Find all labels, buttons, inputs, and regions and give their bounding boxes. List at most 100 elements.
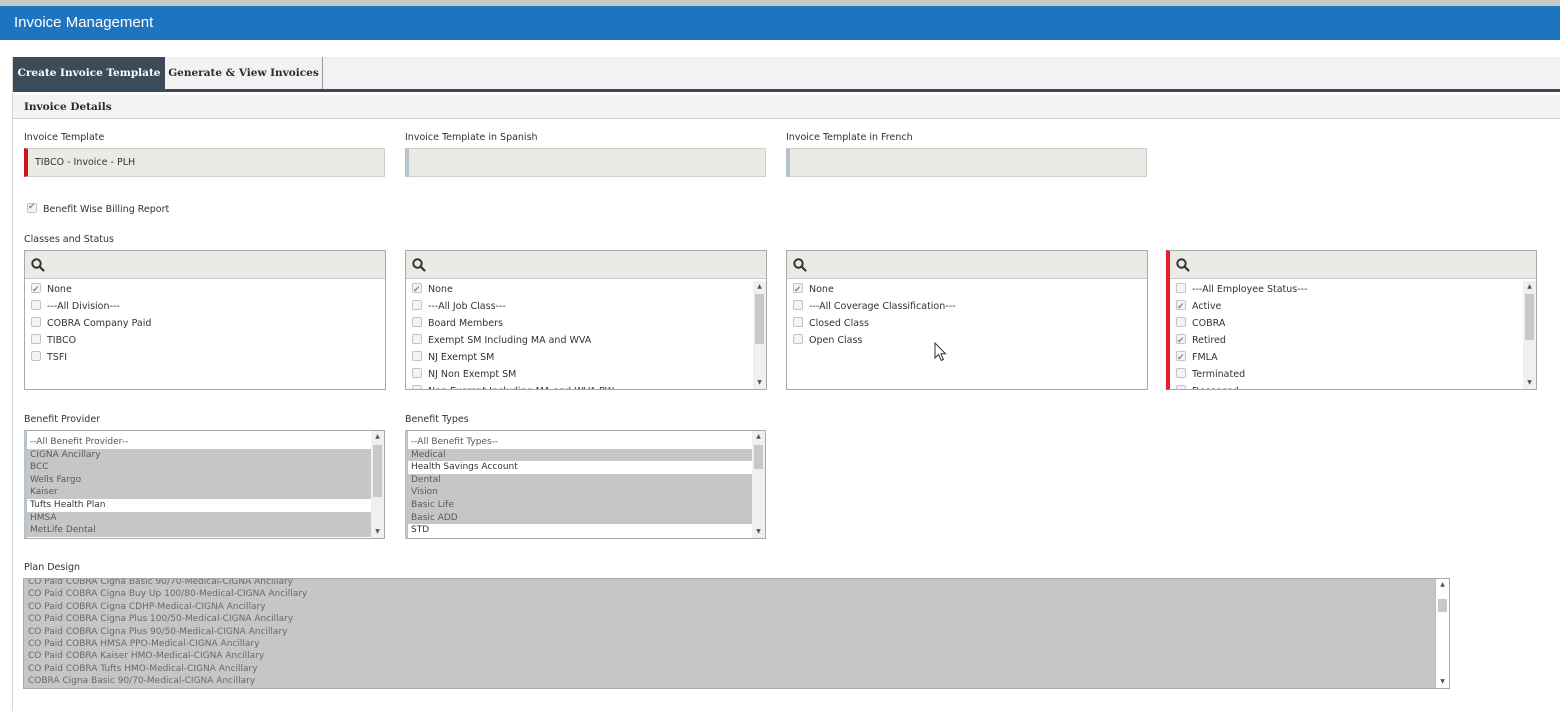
- invoice-template-input[interactable]: TIBCO - Invoice - PLH: [24, 148, 385, 177]
- plan-design-option[interactable]: CO Paid COBRA Cigna Buy Up 100/80-Medica…: [28, 588, 1435, 600]
- benefit-wise-billing-row[interactable]: Benefit Wise Billing Report: [27, 202, 169, 215]
- employee-status-option[interactable]: Terminated: [1170, 366, 1523, 383]
- job-class-scrollbar[interactable]: ▲ ▼: [753, 281, 766, 389]
- benefit-type-option[interactable]: Medical: [408, 448, 752, 462]
- employee-status-option[interactable]: Active: [1170, 298, 1523, 315]
- employee-status-option[interactable]: Deceased: [1170, 383, 1523, 389]
- division-checkbox[interactable]: [31, 334, 41, 344]
- division-option[interactable]: TSFI: [25, 349, 385, 366]
- scroll-down-icon[interactable]: ▼: [1523, 377, 1536, 389]
- scroll-up-icon[interactable]: ▲: [753, 281, 766, 293]
- division-option[interactable]: TIBCO: [25, 332, 385, 349]
- plan-design-option[interactable]: CO Paid COBRA Cigna Plus 90/50-Medical-C…: [28, 626, 1435, 638]
- benefit-provider-option[interactable]: HMSA: [27, 511, 371, 525]
- division-checkbox[interactable]: [31, 351, 41, 361]
- benefit-provider-option[interactable]: --All Benefit Provider--: [27, 436, 371, 449]
- job-class-checkbox[interactable]: [412, 334, 422, 344]
- coverage-checkbox[interactable]: [793, 317, 803, 327]
- tab-create-invoice-template[interactable]: Create Invoice Template: [13, 57, 165, 89]
- coverage-option[interactable]: None: [787, 281, 1147, 298]
- benefit-provider-option[interactable]: BCC: [27, 461, 371, 474]
- search-icon[interactable]: [792, 257, 808, 273]
- division-option[interactable]: COBRA Company Paid: [25, 315, 385, 332]
- coverage-checkbox[interactable]: [793, 282, 803, 298]
- scroll-down-icon[interactable]: ▼: [371, 526, 384, 538]
- plan-design-option[interactable]: CO Paid COBRA Cigna Plus 100/50-Medical-…: [28, 613, 1435, 625]
- employee-status-search-bar[interactable]: [1170, 251, 1536, 279]
- benefit-types-scrollbar[interactable]: ▲ ▼: [752, 431, 765, 538]
- scrollbar-thumb[interactable]: [754, 445, 763, 469]
- search-icon[interactable]: [30, 257, 46, 273]
- benefit-type-option[interactable]: STD: [408, 524, 752, 537]
- plan-design-option[interactable]: CO Paid COBRA Cigna Basic 90/70-Medical-…: [28, 579, 1435, 588]
- coverage-search-bar[interactable]: [787, 251, 1147, 279]
- division-search-bar[interactable]: [25, 251, 385, 279]
- division-option[interactable]: None: [25, 281, 385, 298]
- plan-design-option[interactable]: COBRA Cigna Basic 90/70-Medical-CIGNA An…: [28, 675, 1435, 687]
- employee-status-option[interactable]: COBRA: [1170, 315, 1523, 332]
- job-class-option[interactable]: ---All Job Class---: [406, 298, 753, 315]
- benefit-provider-option[interactable]: Wells Fargo: [27, 473, 371, 487]
- coverage-option[interactable]: Open Class: [787, 332, 1147, 349]
- benefit-provider-option[interactable]: MetLife Dental: [27, 524, 371, 537]
- scroll-up-icon[interactable]: ▲: [752, 431, 765, 443]
- job-class-option[interactable]: Non Exempt Including MA and WVA PW: [406, 383, 753, 389]
- job-class-option[interactable]: NJ Non Exempt SM: [406, 366, 753, 383]
- job-class-checkbox[interactable]: [412, 351, 422, 361]
- employee-status-checkbox[interactable]: [1176, 317, 1186, 327]
- job-class-option[interactable]: Board Members: [406, 315, 753, 332]
- coverage-checkbox[interactable]: [793, 334, 803, 344]
- scrollbar-thumb[interactable]: [373, 445, 382, 497]
- scroll-up-icon[interactable]: ▲: [1436, 579, 1449, 591]
- coverage-option[interactable]: ---All Coverage Classification---: [787, 298, 1147, 315]
- plan-design-option[interactable]: CO Paid COBRA Tufts HMO-Medical-CIGNA An…: [28, 663, 1435, 675]
- employee-status-scrollbar[interactable]: ▲ ▼: [1523, 281, 1536, 389]
- benefit-type-option[interactable]: Basic Life: [408, 498, 752, 512]
- plan-design-option[interactable]: CO Paid COBRA Kaiser HMO-Medical-CIGNA A…: [28, 650, 1435, 662]
- job-class-checkbox[interactable]: [412, 282, 422, 298]
- scrollbar-thumb[interactable]: [755, 294, 764, 344]
- employee-status-checkbox[interactable]: [1176, 368, 1186, 378]
- employee-status-checkbox[interactable]: [1176, 385, 1186, 389]
- benefit-type-option[interactable]: Basic ADD: [408, 511, 752, 525]
- search-icon[interactable]: [411, 257, 427, 273]
- benefit-types-listbox[interactable]: --All Benefit Types-- Medical Health Savin…: [405, 430, 766, 539]
- scroll-down-icon[interactable]: ▼: [753, 377, 766, 389]
- job-class-checkbox[interactable]: [412, 317, 422, 327]
- employee-status-checkbox[interactable]: [1176, 299, 1186, 315]
- employee-status-checkbox[interactable]: [1176, 350, 1186, 366]
- scrollbar-thumb[interactable]: [1438, 599, 1447, 612]
- job-class-checkbox[interactable]: [412, 385, 422, 389]
- plan-design-option[interactable]: CO Paid COBRA HMSA PPO-Medical-CIGNA Anc…: [28, 638, 1435, 650]
- job-class-option[interactable]: NJ Exempt SM: [406, 349, 753, 366]
- scroll-down-icon[interactable]: ▼: [752, 526, 765, 538]
- tab-generate-view-invoices[interactable]: Generate & View Invoices: [165, 57, 323, 89]
- benefit-type-option[interactable]: Vision: [408, 486, 752, 499]
- job-class-option[interactable]: Exempt SM Including MA and WVA: [406, 332, 753, 349]
- employee-status-checkbox[interactable]: [1176, 283, 1186, 293]
- benefit-wise-billing-checkbox[interactable]: [27, 202, 37, 213]
- coverage-checkbox[interactable]: [793, 300, 803, 310]
- division-checkbox[interactable]: [31, 300, 41, 310]
- plan-design-option[interactable]: CO Paid COBRA Cigna CDHP-Medical-CIGNA A…: [28, 601, 1435, 613]
- plan-design-listbox[interactable]: CO Paid COBRA Cigna Basic 90/70-Medical-…: [23, 578, 1450, 689]
- invoice-template-spanish-input[interactable]: [405, 148, 766, 177]
- coverage-option[interactable]: Closed Class: [787, 315, 1147, 332]
- benefit-provider-option[interactable]: Kaiser: [27, 486, 371, 499]
- benefit-provider-listbox[interactable]: --All Benefit Provider-- CIGNA Ancillary B…: [24, 430, 385, 539]
- employee-status-checkbox[interactable]: [1176, 333, 1186, 349]
- job-class-checkbox[interactable]: [412, 300, 422, 310]
- division-checkbox[interactable]: [31, 282, 41, 298]
- division-option[interactable]: ---All Division---: [25, 298, 385, 315]
- employee-status-option[interactable]: Retired: [1170, 332, 1523, 349]
- scroll-up-icon[interactable]: ▲: [1523, 281, 1536, 293]
- job-class-option[interactable]: None: [406, 281, 753, 298]
- plan-design-scrollbar[interactable]: ▲ ▼: [1435, 579, 1449, 688]
- scrollbar-thumb[interactable]: [1525, 294, 1534, 340]
- invoice-template-french-input[interactable]: [786, 148, 1147, 177]
- scroll-down-icon[interactable]: ▼: [1436, 676, 1449, 688]
- employee-status-option[interactable]: ---All Employee Status---: [1170, 281, 1523, 298]
- scroll-up-icon[interactable]: ▲: [371, 431, 384, 443]
- benefit-type-option[interactable]: --All Benefit Types--: [408, 436, 752, 449]
- benefit-provider-option[interactable]: Tufts Health Plan: [27, 499, 371, 512]
